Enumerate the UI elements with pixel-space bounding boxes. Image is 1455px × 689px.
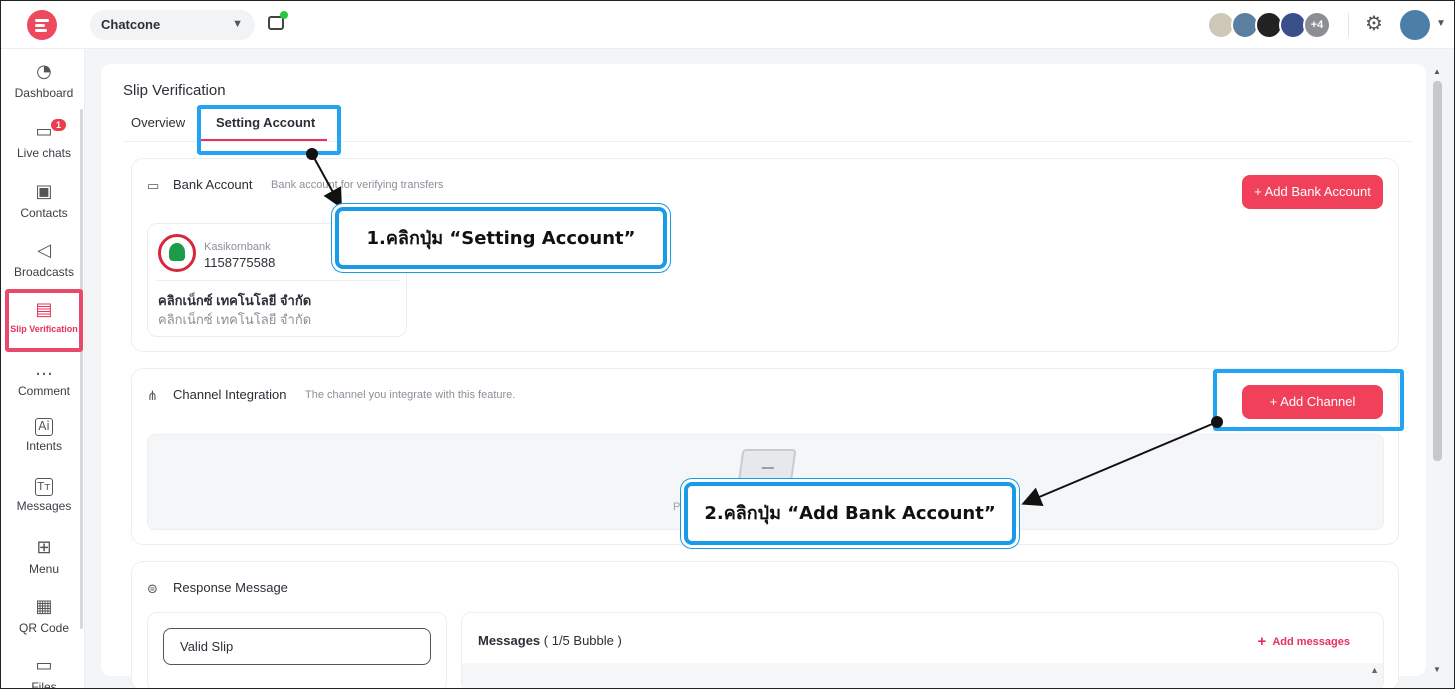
credit-card-icon: ▭ <box>147 179 160 194</box>
divider <box>1348 13 1349 37</box>
workspace-name: Chatcone <box>101 17 161 32</box>
sidebar-item-live-chats[interactable]: ▭ 1 Live chats <box>7 115 81 171</box>
sidebar-item-intents[interactable]: Ai Intents <box>7 412 81 468</box>
unread-badge: 1 <box>51 119 67 131</box>
messages-list <box>462 663 1383 688</box>
message-list-icon: ⊜ <box>147 582 158 597</box>
sidebar-item-label: Files <box>31 680 57 689</box>
page-title: Slip Verification <box>123 82 226 99</box>
add-messages-button[interactable]: + Add messages <box>1257 633 1350 650</box>
contact-book-icon: ▣ <box>35 181 53 202</box>
plus-icon: + <box>1257 633 1267 650</box>
sidebar-item-label: Messages <box>16 499 72 513</box>
card-title: Response Message <box>173 580 288 595</box>
sidebar-item-label: Broadcasts <box>13 265 75 279</box>
sidebar-item-broadcasts[interactable]: ◁ Broadcasts <box>7 234 81 290</box>
empty-tray-icon <box>737 449 797 485</box>
tab-overview[interactable]: Overview <box>131 115 185 130</box>
user-avatar[interactable] <box>1400 10 1430 40</box>
grid-icon: ⊞ <box>36 537 52 558</box>
valid-slip-option[interactable]: Valid Slip <box>163 628 431 665</box>
bank-name: Kasikornbank <box>204 241 271 253</box>
gear-icon[interactable]: ⚙ <box>1363 13 1385 35</box>
online-dot-icon <box>280 11 288 19</box>
top-bar: Chatcone ▼ +4 ⚙ ▼ <box>1 1 1454 49</box>
qr-code-icon: ▦ <box>35 596 53 617</box>
add-bank-account-button[interactable]: + Add Bank Account <box>1242 175 1383 209</box>
sidebar: ◔ Dashboard ▭ 1 Live chats ▣ Contacts ◁ … <box>1 49 85 689</box>
account-number: 1158775588 <box>204 255 276 270</box>
pie-chart-icon: ◔ <box>36 61 52 82</box>
card-subtitle: The channel you integrate with this feat… <box>305 389 516 401</box>
messages-heading: Messages ( 1/5 Bubble ) <box>478 633 622 648</box>
messages-panel: Messages ( 1/5 Bubble ) + Add messages ▲ <box>461 612 1384 688</box>
sidebar-item-qr-code[interactable]: ▦ QR Code <box>7 590 81 646</box>
comment-icon: … <box>35 359 53 380</box>
main-scrollbar[interactable]: ▲ ▼ <box>1433 67 1442 677</box>
sidebar-item-messages[interactable]: Tт Messages <box>7 472 81 528</box>
sidebar-item-label: Dashboard <box>14 86 74 100</box>
share-nodes-icon: ⋔ <box>147 389 158 404</box>
slip-type-list: Valid Slip <box>147 612 447 688</box>
megaphone-icon: ◁ <box>37 240 51 261</box>
divider <box>156 280 400 281</box>
scroll-up-icon[interactable]: ▲ <box>1433 67 1441 76</box>
scrollbar-thumb[interactable] <box>1433 81 1442 461</box>
card-title: Channel Integration <box>173 387 287 402</box>
highlight-setting-account-tab <box>197 105 341 155</box>
ai-icon: Ai <box>35 418 53 436</box>
highlight-add-channel-button <box>1213 369 1404 431</box>
sidebar-item-label: Menu <box>28 562 60 576</box>
annotation-step2: 2.คลิกปุ่ม “Add Bank Account” <box>684 482 1016 545</box>
scroll-up-icon[interactable]: ▲ <box>1370 665 1379 675</box>
highlight-slip-verification <box>5 289 83 352</box>
card-subtitle: Bank account for verifying transfers <box>271 179 444 191</box>
response-message-card: ⊜ Response Message Valid Slip Messages (… <box>131 561 1399 688</box>
scroll-down-icon[interactable]: ▼ <box>1433 665 1441 674</box>
workspace-select[interactable]: Chatcone ▼ <box>90 10 255 40</box>
app-window: Chatcone ▼ +4 ⚙ ▼ ◔ Dashboard ▭ 1 Live c… <box>0 0 1455 689</box>
bank-account-card: ▭ Bank Account Bank account for verifyin… <box>131 158 1399 352</box>
sidebar-item-label: Comment <box>17 384 70 398</box>
empty-state-text: Pl <box>673 501 683 513</box>
annotation-step1: 1.คลิกปุ่ม “Setting Account” <box>335 207 667 269</box>
sidebar-item-label: Contacts <box>20 206 68 220</box>
sidebar-item-files[interactable]: ▭ Files <box>7 649 81 689</box>
sidebar-scrollbar[interactable] <box>80 109 83 629</box>
sidebar-item-label: Live chats <box>16 146 72 160</box>
card-title: Bank Account <box>173 177 253 192</box>
sidebar-item-contacts[interactable]: ▣ Contacts <box>7 175 81 231</box>
text-message-icon: Tт <box>35 478 53 496</box>
chat-status-icon[interactable] <box>268 11 288 30</box>
sidebar-item-dashboard[interactable]: ◔ Dashboard <box>7 55 81 111</box>
account-name: คลิกเน็กซ์ เทคโนโลยี จำกัด <box>158 293 312 308</box>
app-logo-icon[interactable] <box>27 10 57 40</box>
sidebar-item-label: Intents <box>25 439 63 453</box>
chevron-down-icon[interactable]: ▼ <box>1436 18 1446 29</box>
account-name-sub: คลิกเน็กซ์ เทคโนโลยี จำกัด <box>158 312 312 327</box>
sidebar-item-comment[interactable]: … Comment <box>7 353 81 409</box>
sidebar-item-menu[interactable]: ⊞ Menu <box>7 531 81 587</box>
sidebar-item-label: QR Code <box>18 621 70 635</box>
more-avatars-badge[interactable]: +4 <box>1303 11 1331 39</box>
folder-icon: ▭ <box>35 655 53 676</box>
chevron-down-icon: ▼ <box>232 18 243 30</box>
kasikornbank-logo-icon <box>158 234 196 272</box>
